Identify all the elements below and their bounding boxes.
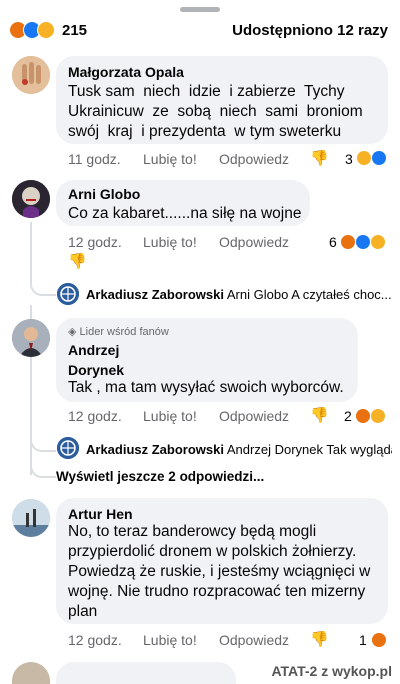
like-button[interactable]: Lubię to!	[143, 408, 197, 424]
reply-button[interactable]: Odpowiedz	[219, 632, 289, 648]
like-reaction-icon	[356, 235, 370, 249]
comment-bubble[interactable]: Arni Globo Co za kabaret......na siłę na…	[56, 180, 310, 226]
like-button[interactable]: Lubię to!	[143, 234, 197, 250]
thread-elbow	[30, 462, 56, 478]
badge: ◈ Lider wśród fanów	[68, 325, 169, 338]
comment-time[interactable]: 12 godz.	[68, 408, 122, 424]
badge-label: Lider wśród fanów	[79, 326, 169, 338]
reaction-count[interactable]: 1	[359, 632, 367, 648]
thread-elbow	[30, 436, 56, 452]
comment-bubble[interactable]: ◈ Lider wśród fanów Andrzej Dorynek Tak …	[56, 318, 358, 402]
comment-text: Tusk sam niech idzie i zabierze Tychy Uk…	[68, 83, 363, 140]
reply-button[interactable]: Odpowiedz	[219, 408, 289, 424]
avatar-artur[interactable]	[12, 499, 50, 537]
comment-time[interactable]: 12 godz.	[68, 632, 122, 648]
thread-elbow	[30, 270, 56, 296]
comment-time[interactable]: 11 godz.	[68, 151, 121, 167]
reaction-count[interactable]: 2	[344, 408, 352, 424]
avatar-malgorzata[interactable]	[12, 56, 50, 94]
haha-reaction-icon	[371, 409, 385, 423]
reply-preview[interactable]: Arkadiusz Zaborowski Arni Globo A czytał…	[86, 287, 392, 302]
reply-preview[interactable]: Arkadiusz Zaborowski Andrzej Dorynek Tak…	[86, 442, 392, 457]
reply-button[interactable]: Odpowiedz	[219, 234, 289, 250]
watermark: ATAT-2 z wykop.pl	[271, 663, 392, 679]
drag-handle[interactable]	[180, 7, 220, 12]
dislike-icon[interactable]: 👎	[310, 630, 329, 648]
angry-reaction-icon	[341, 235, 355, 249]
comment-author[interactable]: Andrzej Dorynek	[68, 340, 124, 380]
like-reaction-icon	[372, 151, 386, 165]
dislike-icon[interactable]: 👎	[310, 149, 329, 167]
reaction-count[interactable]: 215	[62, 22, 87, 39]
comment-author[interactable]: Małgorzata Opala	[68, 64, 184, 80]
comment-text: No, to teraz banderowcy będą mogli przyp…	[68, 523, 371, 620]
diamond-icon: ◈	[68, 326, 77, 338]
haha-reaction-icon	[37, 21, 55, 39]
reply-text: Andrzej Dorynek Tak wygląda	[226, 442, 392, 457]
comment-text: Co za kabaret......na siłę na wojne	[68, 205, 302, 222]
comment-bubble[interactable]	[56, 662, 236, 684]
like-button[interactable]: Lubię to!	[143, 632, 197, 648]
haha-reaction-icon	[371, 235, 385, 249]
reply-author[interactable]: Arkadiusz Zaborowski	[86, 287, 224, 302]
reply-author[interactable]: Arkadiusz Zaborowski	[86, 442, 224, 457]
comment-author[interactable]: Artur Hen	[68, 506, 133, 522]
view-more-replies[interactable]: Wyświetl jeszcze 2 odpowiedzi...	[56, 469, 264, 484]
reply-text: Arni Globo A czytałeś choc...	[226, 287, 392, 302]
angry-reaction-icon	[372, 633, 386, 647]
comment-author[interactable]: Arni Globo	[68, 186, 140, 202]
reaction-count[interactable]: 3	[345, 151, 353, 167]
avatar-andrzej[interactable]	[12, 319, 50, 357]
shares-count[interactable]: Udostępniono 12 razy	[232, 22, 388, 39]
reply-button[interactable]: Odpowiedz	[219, 151, 289, 167]
avatar-arkadiusz[interactable]	[57, 437, 79, 459]
reaction-count[interactable]: 6	[329, 234, 337, 250]
comment-text: Tak , ma tam wysyłać swoich wyborców.	[68, 379, 344, 396]
like-button[interactable]: Lubię to!	[143, 151, 197, 167]
dislike-icon[interactable]: 👎	[310, 406, 329, 424]
comment-bubble[interactable]: Artur Hen No, to teraz banderowcy będą m…	[56, 498, 388, 624]
avatar-arkadiusz[interactable]	[57, 283, 79, 305]
haha-reaction-icon	[357, 151, 371, 165]
dislike-icon[interactable]: 👎	[68, 252, 87, 270]
comment-bubble[interactable]: Małgorzata Opala Tusk sam niech idzie i …	[56, 56, 388, 144]
avatar-arni[interactable]	[12, 180, 50, 218]
reactions-bar: 215 Udostępniono 12 razy	[0, 16, 400, 46]
angry-reaction-icon	[356, 409, 370, 423]
comment-time[interactable]: 12 godz.	[68, 234, 122, 250]
